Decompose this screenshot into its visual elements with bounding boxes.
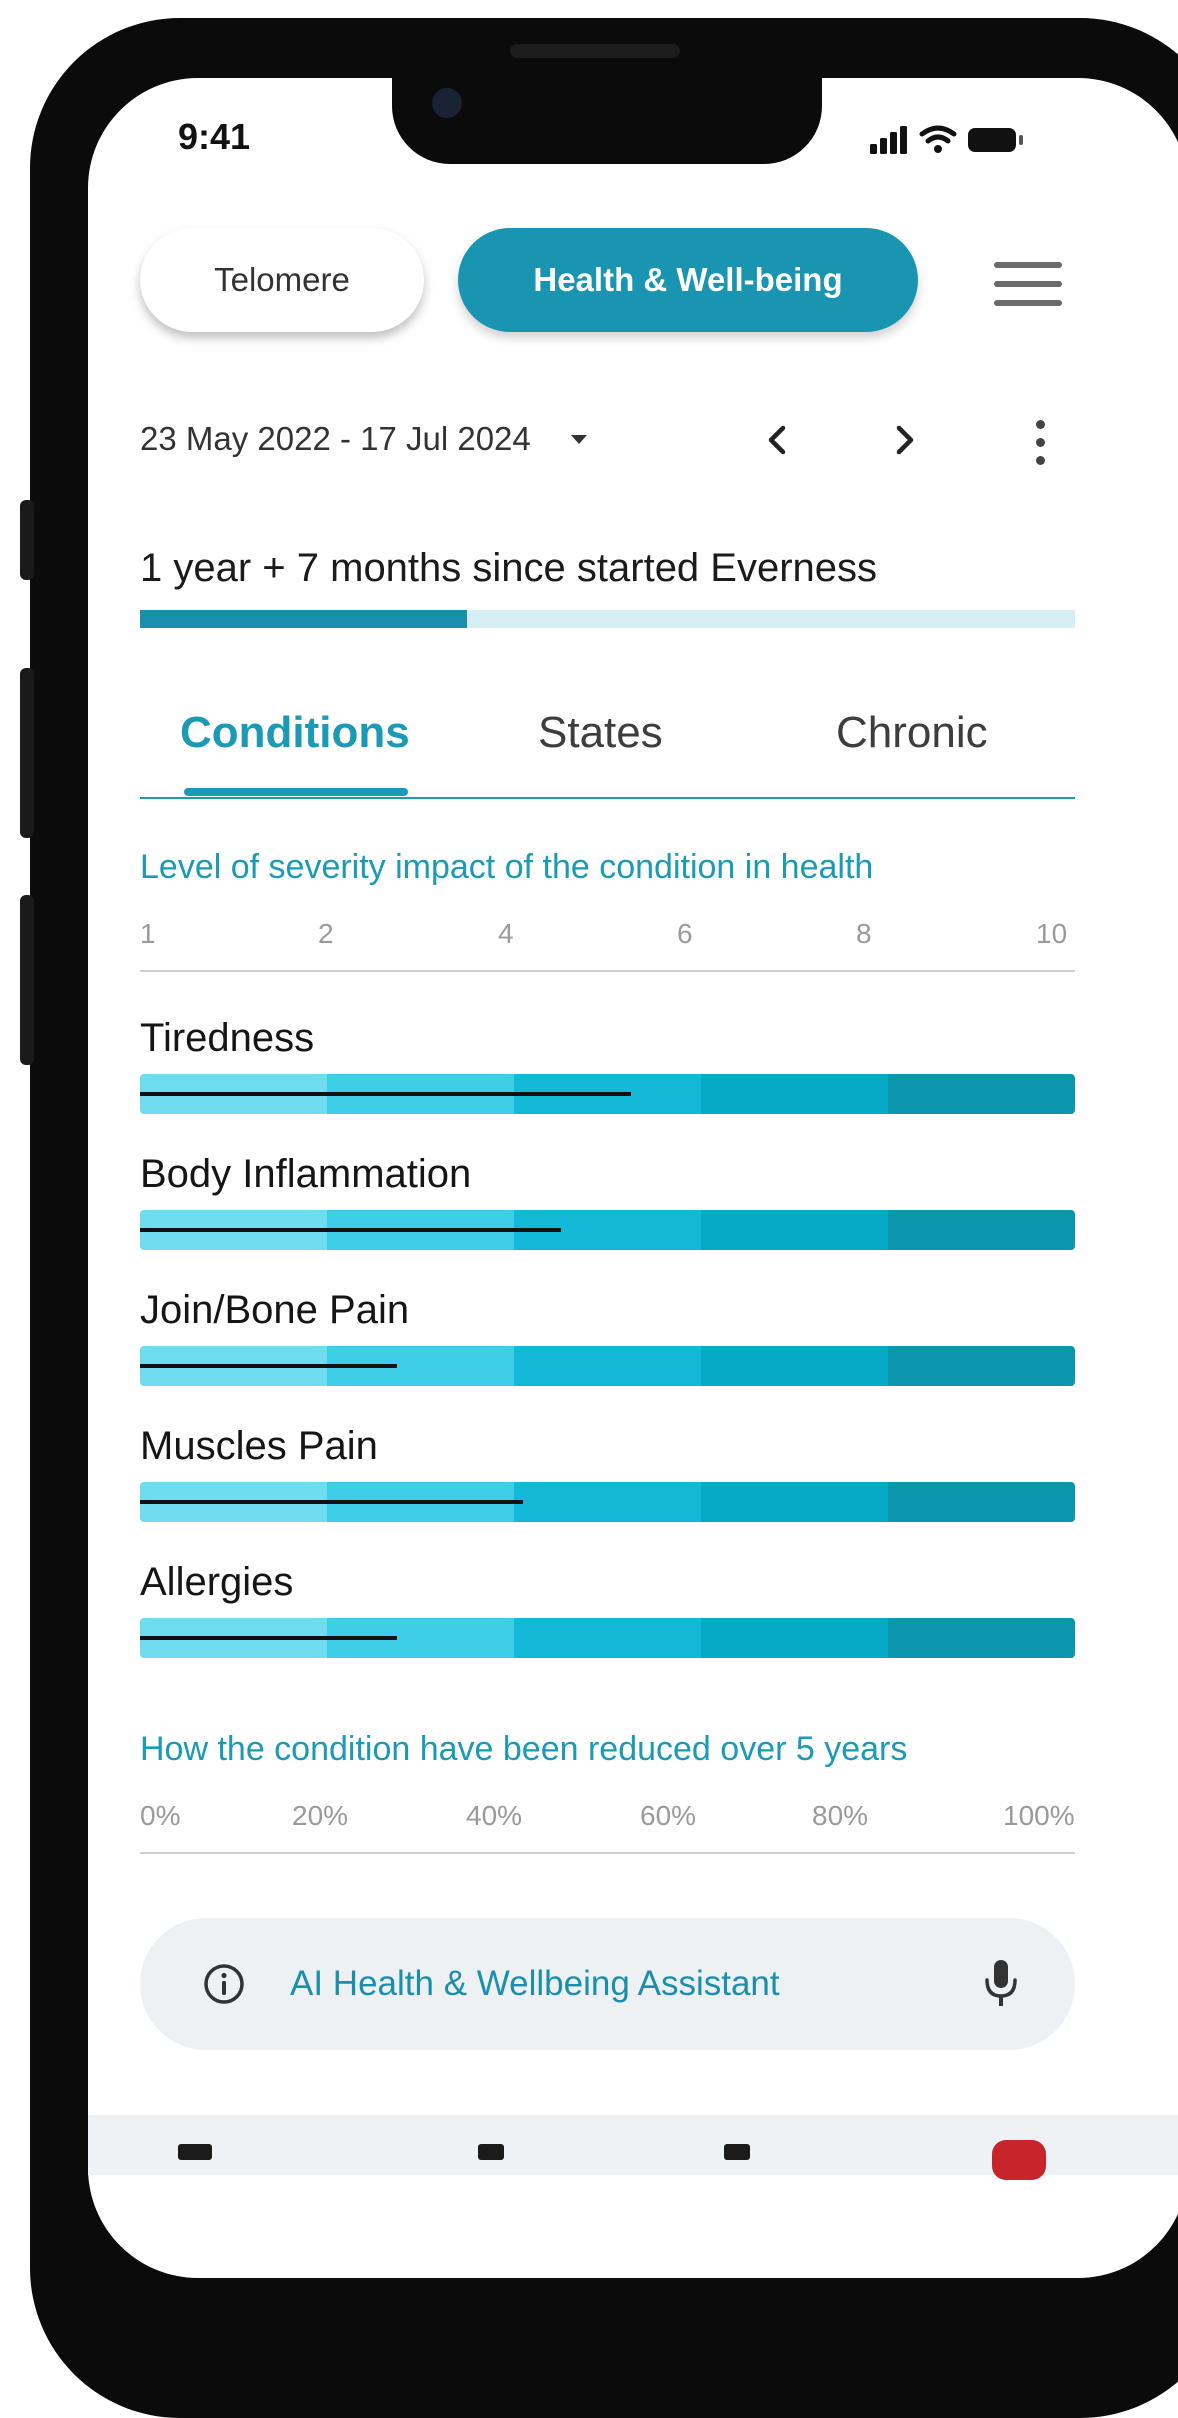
- condition-label-body-inflammation: Body Inflammation: [140, 1152, 472, 1196]
- condition-label-allergies: Allergies: [140, 1560, 294, 1604]
- date-range-dropdown[interactable]: 23 May 2022 - 17 Jul 2024: [140, 420, 587, 458]
- more-vertical-icon[interactable]: [1034, 418, 1046, 466]
- segment-telomere-label: Telomere: [214, 261, 350, 298]
- tab-active-indicator: [184, 788, 408, 796]
- severity-band: [701, 1346, 888, 1386]
- severity-tick: 8: [856, 918, 872, 949]
- phone-silent-switch: [20, 500, 34, 580]
- severity-tick: 6: [677, 918, 693, 949]
- severity-band: [888, 1618, 1075, 1658]
- severity-tick: 10: [1036, 918, 1068, 949]
- condition-severity-marker: [140, 1636, 397, 1640]
- reduction-tick: 60%: [640, 1800, 697, 1831]
- program-since-text: 1 year + 7 months since started Everness: [140, 546, 878, 590]
- nav-badge-partial[interactable]: [992, 2140, 1046, 2180]
- severity-band: [701, 1074, 888, 1114]
- nav-icon-partial[interactable]: [478, 2144, 504, 2160]
- condition-severity-marker: [140, 1228, 561, 1232]
- condition-label-tiredness: Tiredness: [140, 1016, 315, 1060]
- cellular-signal-icon: [870, 126, 907, 154]
- reduction-tick: 100%: [1003, 1800, 1075, 1831]
- tab-states[interactable]: States: [538, 708, 663, 758]
- condition-label-join-bone-pain: Join/Bone Pain: [140, 1288, 410, 1332]
- reduction-axis-line: [140, 1852, 1075, 1854]
- segment-health-wellbeing-button[interactable]: Health & Well-being: [458, 228, 918, 332]
- severity-axis-line: [140, 970, 1075, 972]
- tab-chronic[interactable]: Chronic: [836, 708, 988, 758]
- status-icons: [870, 125, 1023, 154]
- program-progress-bar: [140, 610, 1075, 628]
- severity-band: [514, 1618, 701, 1658]
- reduction-tick: 80%: [812, 1800, 869, 1831]
- severity-tick: 4: [498, 918, 514, 949]
- condition-severity-marker: [140, 1500, 523, 1504]
- phone-volume-up: [20, 668, 34, 838]
- severity-band: [888, 1346, 1075, 1386]
- phone-volume-down: [20, 895, 34, 1065]
- date-range-label: 23 May 2022 - 17 Jul 2024: [140, 420, 531, 457]
- battery-icon: [968, 128, 1023, 152]
- ai-assistant-bar[interactable]: AI Health & Wellbeing Assistant: [140, 1918, 1075, 2050]
- program-progress-fill: [140, 610, 468, 628]
- severity-tick: 2: [318, 918, 334, 949]
- chevron-left-icon[interactable]: [758, 420, 798, 460]
- segment-telomere-button[interactable]: Telomere: [140, 228, 424, 332]
- reduction-tick: 0%: [140, 1800, 181, 1831]
- severity-band: [701, 1210, 888, 1250]
- tab-conditions[interactable]: Conditions: [180, 708, 410, 758]
- condition-severity-marker: [140, 1092, 631, 1096]
- front-camera: [432, 88, 462, 118]
- reduction-scale-title: How the condition have been reduced over…: [140, 1730, 908, 1768]
- severity-band: [701, 1618, 888, 1658]
- severity-scale-title: Level of severity impact of the conditio…: [140, 848, 874, 886]
- severity-band: [888, 1210, 1075, 1250]
- reduction-tick: 20%: [292, 1800, 349, 1831]
- condition-severity-marker: [140, 1364, 397, 1368]
- status-time: 9:41: [178, 116, 251, 157]
- severity-band: [701, 1482, 888, 1522]
- segment-health-wellbeing-label: Health & Well-being: [533, 261, 843, 298]
- nav-icon-partial[interactable]: [178, 2144, 212, 2160]
- ai-assistant-label: AI Health & Wellbeing Assistant: [290, 1964, 780, 2003]
- severity-band: [514, 1482, 701, 1522]
- severity-band: [888, 1074, 1075, 1114]
- tab-divider: [140, 797, 1075, 799]
- wifi-icon: [919, 125, 957, 153]
- dropdown-caret-icon: [570, 434, 587, 444]
- nav-icon-partial[interactable]: [724, 2144, 750, 2160]
- condition-label-muscles-pain: Muscles Pain: [140, 1424, 378, 1468]
- phone-speaker: [510, 44, 680, 58]
- severity-tick: 1: [140, 918, 156, 949]
- chevron-right-icon[interactable]: [884, 420, 924, 460]
- reduction-tick: 40%: [466, 1800, 523, 1831]
- microphone-icon[interactable]: [984, 1958, 1018, 2010]
- severity-band: [514, 1346, 701, 1386]
- info-icon[interactable]: [202, 1962, 246, 2006]
- hamburger-menu-icon[interactable]: [994, 262, 1062, 306]
- severity-band: [888, 1482, 1075, 1522]
